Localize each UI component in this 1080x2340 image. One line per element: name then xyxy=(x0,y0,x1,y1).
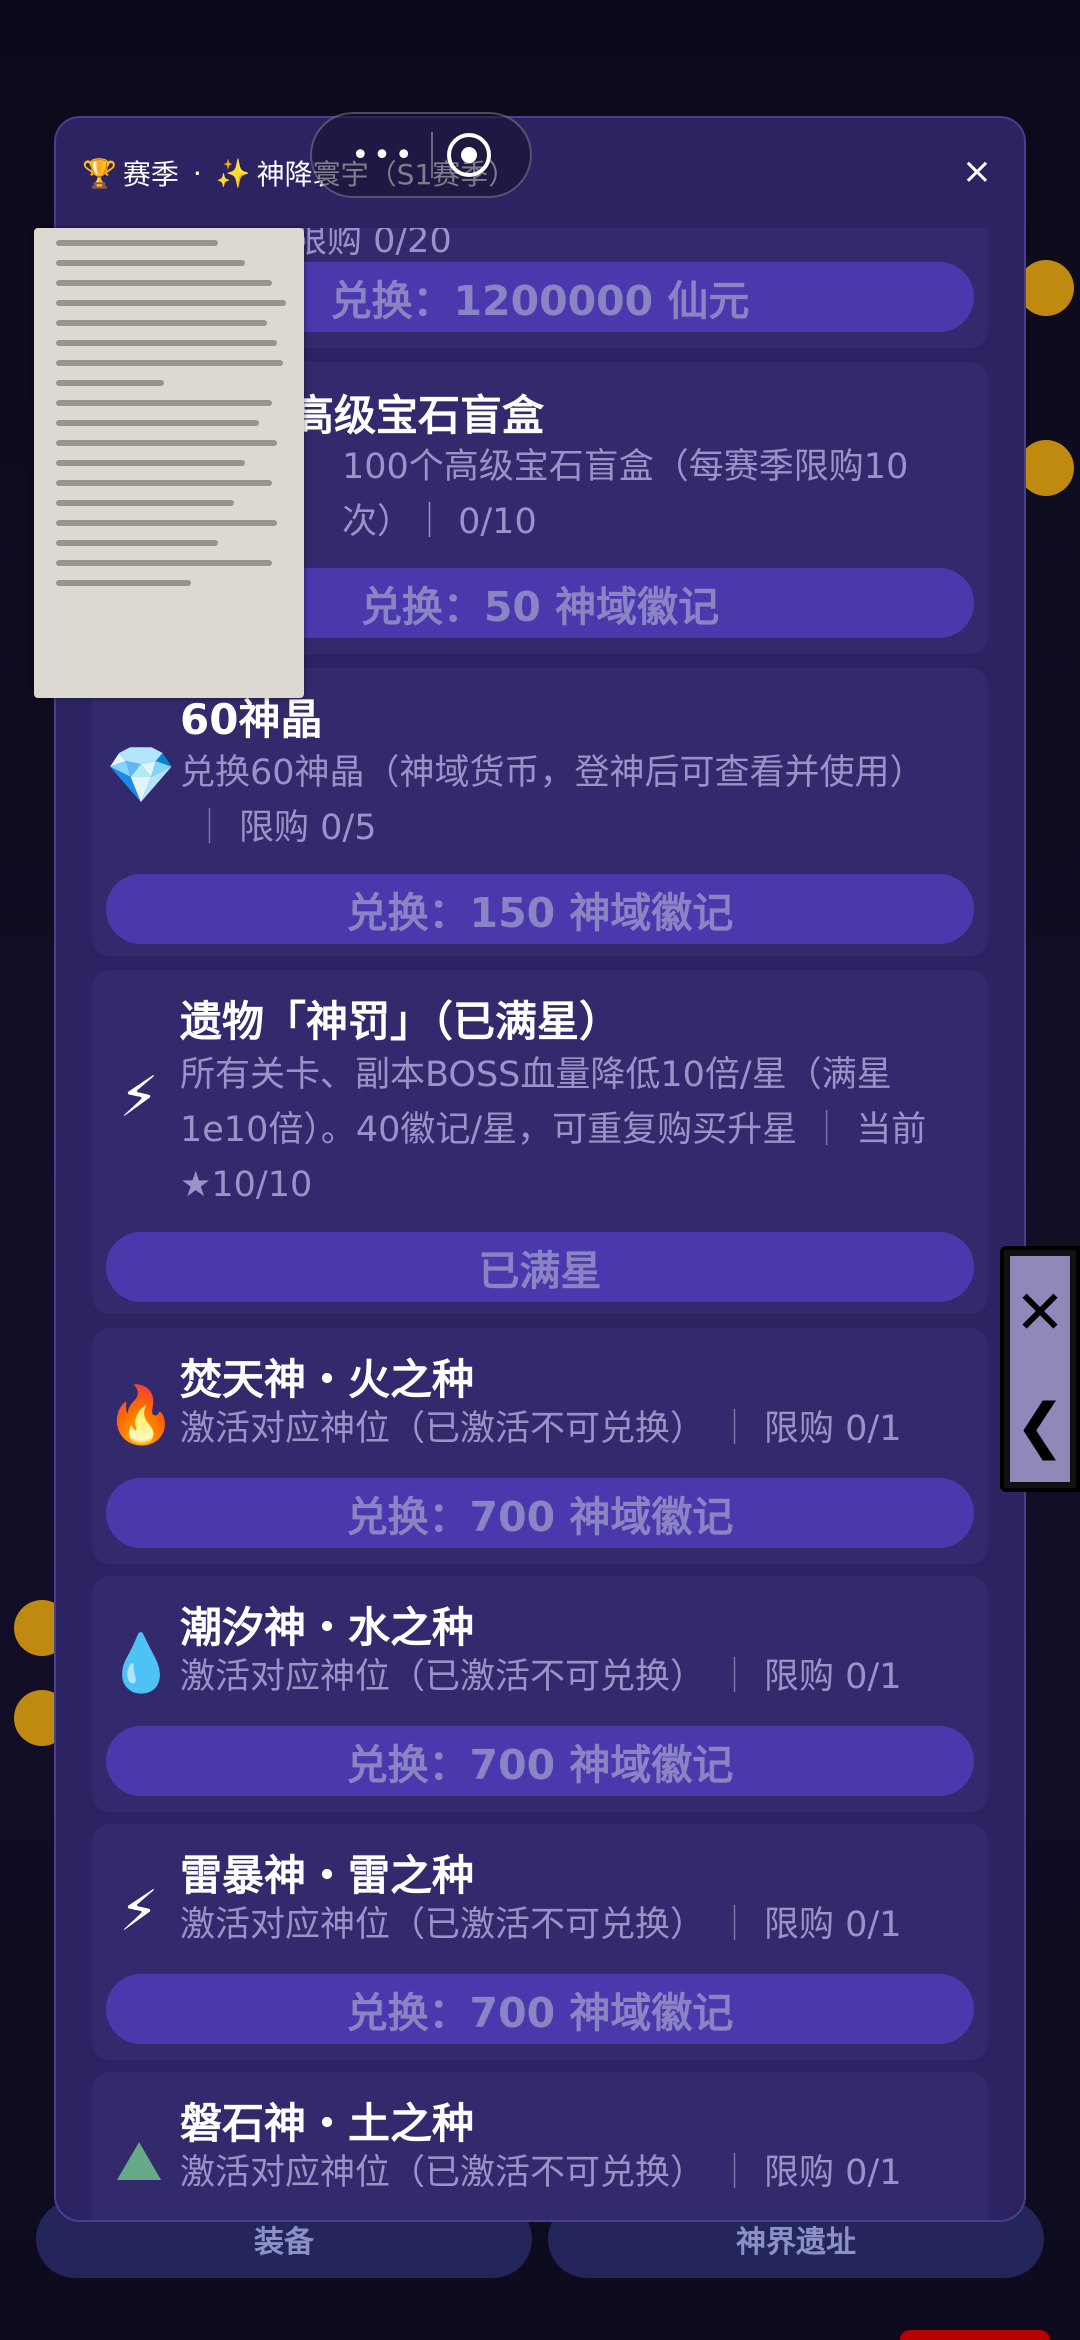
item-title: 焚天神・火之种 xyxy=(180,1355,475,1404)
item-desc: 激活对应神位（已激活不可兑换） ｜ 限购 0/1 xyxy=(180,1898,948,1953)
miniprogram-capsule: ••• xyxy=(310,112,532,198)
trophy-icon: 🏆 xyxy=(82,156,117,190)
item-title: 高级宝石盲盒 xyxy=(292,391,545,440)
sparkle-icon: ✨ xyxy=(215,156,251,190)
bg-gold-badge xyxy=(1018,440,1074,496)
close-miniprogram-icon[interactable] xyxy=(446,133,491,177)
desc-separator: ｜ xyxy=(717,1905,753,1945)
exchange-button[interactable]: 兑换：700 神域徽记 xyxy=(106,1478,974,1548)
item-limit: 限购 0/1 xyxy=(764,1657,902,1697)
desc-separator: ｜ xyxy=(717,1409,753,1449)
list-item: 💧 潮汐神・水之种 激活对应神位（已激活不可兑换） ｜ 限购 0/1 兑换：700 … xyxy=(92,1576,988,1812)
item-limit: 限购 0/1 xyxy=(764,2153,902,2193)
item-desc-main: 激活对应神位（已激活不可兑换） xyxy=(180,1905,706,1945)
desc-separator: ｜ xyxy=(717,1657,753,1697)
item-desc-main: 激活对应神位（已激活不可兑换） xyxy=(180,1409,706,1449)
title-separator: · xyxy=(192,156,202,190)
modal-header: 🏆 赛季 · ✨ 神降寰宇（S1赛季） × xyxy=(56,118,1024,228)
lightning-icon: ⚡ xyxy=(119,1879,159,1944)
item-desc-main: 激活对应神位（已激活不可兑换） xyxy=(180,1657,706,1697)
diamond-icon: 💎 xyxy=(106,743,176,808)
list-item: ⛰ 磐石神・土之种 激活对应神位（已激活不可兑换） ｜ 限购 0/1 xyxy=(92,2072,988,2220)
season-label: 赛季 xyxy=(122,158,179,191)
exchange-button[interactable]: 兑换：150 神域徽记 xyxy=(106,874,974,944)
list-item: ⚡ 雷暴神・雷之种 激活对应神位（已激活不可兑换） ｜ 限购 0/1 兑换：700 … xyxy=(92,1824,988,2060)
exchange-button[interactable]: 兑换：700 神域徽记 xyxy=(106,1726,974,1796)
back-icon[interactable]: ❮ xyxy=(1015,1396,1065,1456)
item-desc: 激活对应神位（已激活不可兑换） ｜ 限购 0/1 xyxy=(180,1650,948,1705)
desc-separator: ｜ xyxy=(192,808,228,848)
item-desc: 兑换60神晶（神域货币，登神后可查看并使用） ｜ 限购 0/5 xyxy=(180,746,948,856)
item-title: 雷暴神・雷之种 xyxy=(180,1851,475,1900)
close-icon[interactable]: × xyxy=(952,146,1002,196)
maxed-star-button[interactable]: 已满星 xyxy=(106,1232,974,1302)
capsule-divider xyxy=(430,132,433,178)
list-item: ⚡ 遗物「神罚」（已满星） 所有关卡、副本BOSS血量降低10倍/星（满星1e1… xyxy=(92,970,988,1314)
item-desc: 所有关卡、副本BOSS血量降低10倍/星（满星1e10倍）。40徽记/星，可重复… xyxy=(180,1048,948,1213)
item-limit: 限购 0/1 xyxy=(764,1905,902,1945)
more-icon[interactable]: ••• xyxy=(351,138,416,173)
item-desc-main: 所有关卡、副本BOSS血量降低10倍/星（满星1e10倍）。40徽记/星，可重复… xyxy=(180,1055,892,1150)
item-title: 遗物「神罚」（已满星） xyxy=(180,997,622,1046)
bg-gold-badge xyxy=(1018,260,1074,316)
list-item: 💎 60神晶 兑换60神晶（神域货币，登神后可查看并使用）｜ 限购 0/5 兑换：… xyxy=(92,668,988,956)
desc-separator: ｜ xyxy=(717,2153,753,2193)
item-desc-main: 兑换60神晶（神域货币，登神后可查看并使用） xyxy=(180,753,925,793)
item-limit: 限购 0/5 xyxy=(239,808,377,848)
mountain-icon: ⛰ xyxy=(115,2129,163,2194)
side-float-panel: ✕ ❮ xyxy=(1000,1246,1080,1492)
water-drop-icon: 💧 xyxy=(106,1631,176,1696)
side-float-panel-inner: ✕ ❮ xyxy=(1010,1256,1070,1482)
exchange-button[interactable]: 兑换：700 神域徽记 xyxy=(106,1974,974,2044)
bg-red-tab xyxy=(900,2330,1050,2340)
item-title: 磐石神・土之种 xyxy=(180,2099,475,2148)
list-item: 🔥 焚天神・火之种 激活对应神位（已激活不可兑换） ｜ 限购 0/1 兑换：700 … xyxy=(92,1328,988,1564)
item-limit: 限购 0/1 xyxy=(764,1409,902,1449)
lightning-icon: ⚡ xyxy=(119,1065,159,1130)
floating-reader-window[interactable] xyxy=(34,228,304,698)
close-icon[interactable]: ✕ xyxy=(1015,1283,1065,1343)
item-desc: 激活对应神位（已激活不可兑换） ｜ 限购 0/1 xyxy=(180,1402,948,1457)
item-desc-main: 激活对应神位（已激活不可兑换） xyxy=(180,2153,706,2193)
item-title: 潮汐神・水之种 xyxy=(180,1603,475,1652)
item-desc: 激活对应神位（已激活不可兑换） ｜ 限购 0/1 xyxy=(180,2146,948,2201)
item-desc: 100个高级宝石盲盒（每赛季限购10次）｜ 0/10 xyxy=(342,447,909,542)
desc-separator: ｜ xyxy=(809,1110,845,1150)
fire-icon: 🔥 xyxy=(106,1383,176,1448)
